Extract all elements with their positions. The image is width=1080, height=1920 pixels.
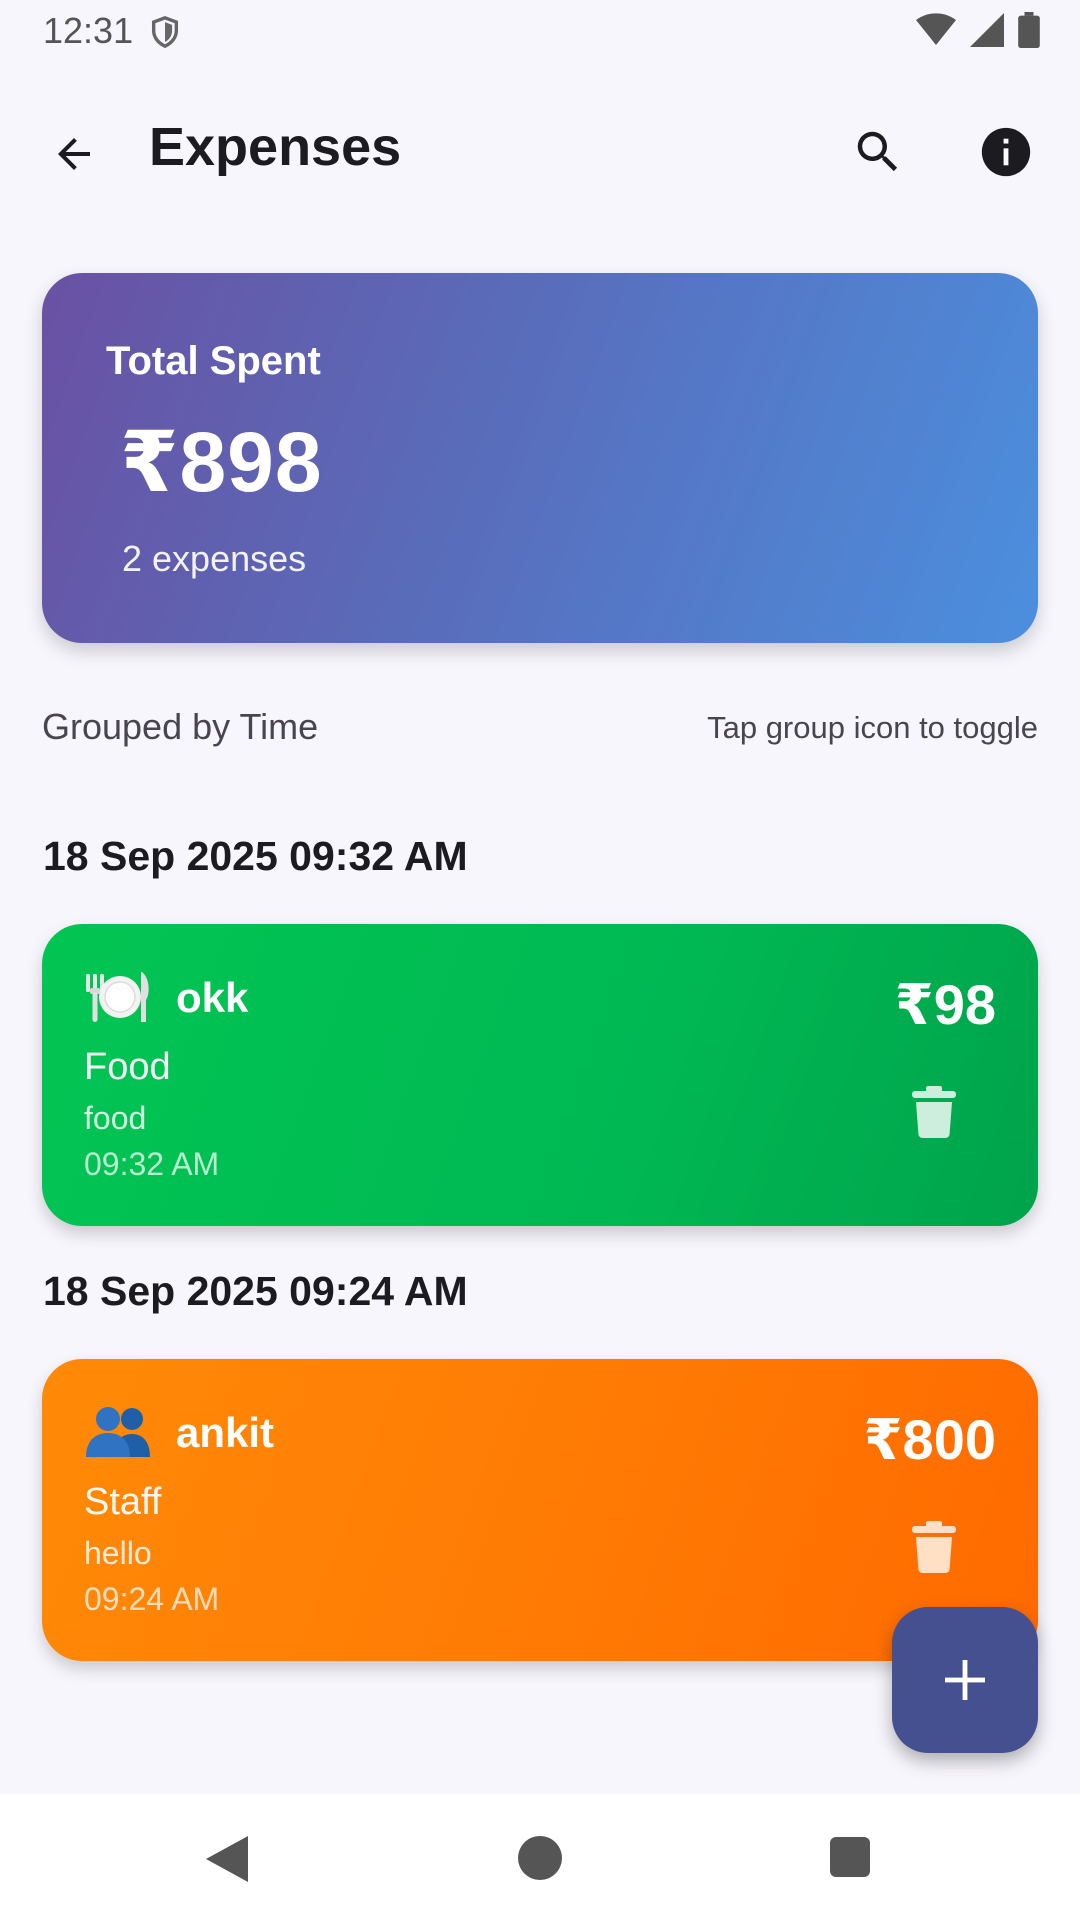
add-expense-button[interactable] xyxy=(892,1607,1038,1753)
info-button[interactable] xyxy=(970,116,1042,188)
expense-card[interactable]: ankit Staff hello 09:24 AM ₹800 xyxy=(42,1359,1038,1661)
search-button[interactable] xyxy=(842,116,914,188)
back-button[interactable] xyxy=(38,118,110,190)
nav-home-button[interactable] xyxy=(518,1836,562,1880)
people-icon xyxy=(86,1407,150,1457)
status-bar: 12:31 xyxy=(0,0,1080,64)
expense-category: Staff xyxy=(84,1481,162,1523)
group-date-header: 18 Sep 2025 09:24 AM xyxy=(43,1268,468,1314)
expense-count: 2 expenses xyxy=(122,538,307,579)
plus-icon xyxy=(945,1660,985,1700)
total-spent-card: Total Spent ₹898 2 expenses xyxy=(42,273,1038,643)
expense-note: food xyxy=(84,1100,147,1136)
trash-icon xyxy=(912,1521,956,1573)
system-nav-bar xyxy=(0,1794,1080,1920)
nav-recents-button[interactable] xyxy=(830,1837,870,1877)
total-spent-amount: ₹898 xyxy=(120,415,323,509)
expense-note: hello xyxy=(84,1535,152,1571)
expense-time: 09:32 AM xyxy=(84,1146,220,1182)
expense-time: 09:24 AM xyxy=(84,1581,220,1617)
info-icon xyxy=(981,127,1031,177)
wifi-icon xyxy=(916,13,956,45)
shield-icon xyxy=(151,16,179,49)
search-icon xyxy=(857,131,898,172)
app-bar: Expenses xyxy=(0,90,1080,210)
delete-button[interactable] xyxy=(902,1515,966,1579)
group-date-header: 18 Sep 2025 09:32 AM xyxy=(43,833,468,879)
total-spent-label: Total Spent xyxy=(106,339,321,383)
expense-category: Food xyxy=(84,1046,171,1088)
expense-name: ankit xyxy=(176,1409,275,1456)
expense-name: okk xyxy=(176,974,249,1021)
trash-icon xyxy=(912,1086,956,1138)
battery-icon xyxy=(1018,12,1040,48)
status-time: 12:31 xyxy=(43,10,134,51)
expense-amount: ₹98 xyxy=(894,973,996,1036)
expense-amount: ₹800 xyxy=(863,1408,996,1471)
expense-card[interactable]: okk Food food 09:32 AM ₹98 xyxy=(42,924,1038,1226)
grouping-label: Grouped by Time xyxy=(42,706,319,747)
delete-button[interactable] xyxy=(902,1080,966,1144)
arrow-back-icon xyxy=(58,138,90,170)
grouping-hint: Tap group icon to toggle xyxy=(707,710,1038,745)
signal-icon xyxy=(970,13,1004,47)
plate-cutlery-icon xyxy=(86,972,149,1022)
nav-back-icon[interactable] xyxy=(206,1836,248,1882)
page-title: Expenses xyxy=(149,117,402,177)
